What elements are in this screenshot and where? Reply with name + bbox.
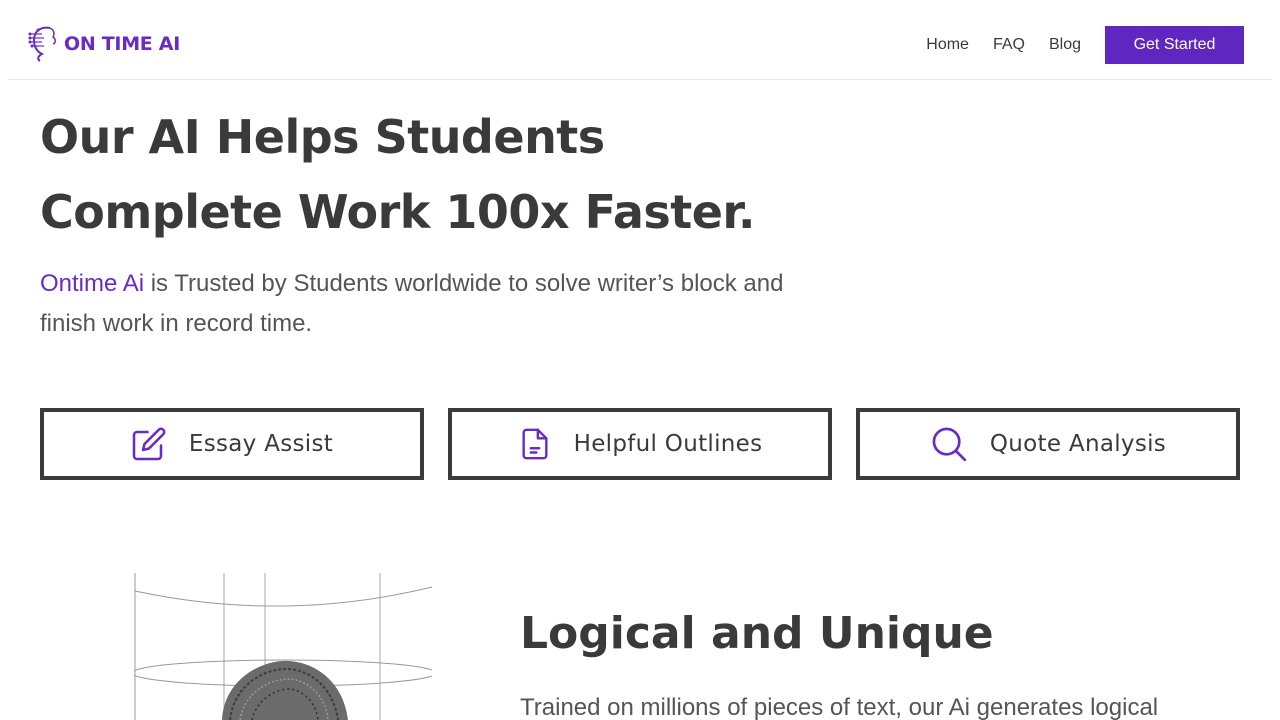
hero-subtitle: Ontime Ai is Trusted by Students worldwi… [40, 264, 800, 344]
essay-assist-button[interactable]: Essay Assist [40, 408, 424, 480]
brain-sketch-illustration [134, 573, 432, 720]
get-started-button[interactable]: Get Started [1105, 26, 1244, 64]
logo-text: ON TIME AI [64, 33, 180, 55]
feature-buttons: Essay Assist Helpful Outlines Quote Anal… [40, 408, 1240, 480]
quote-analysis-label: Quote Analysis [989, 431, 1167, 457]
main-nav: Home FAQ Blog Get Started [926, 26, 1244, 64]
document-icon [518, 425, 552, 463]
section-title: Logical and Unique [520, 608, 994, 659]
hero-subtitle-brand: Ontime Ai [40, 270, 145, 297]
hero-title-line-2: Complete Work 100x Faster. [40, 185, 756, 239]
site-header: ON TIME AI Home FAQ Blog Get Started [8, 0, 1272, 80]
nav-home[interactable]: Home [926, 26, 969, 64]
nav-faq[interactable]: FAQ [993, 26, 1025, 64]
helpful-outlines-label: Helpful Outlines [573, 431, 763, 457]
logo-icon [28, 22, 62, 66]
helpful-outlines-button[interactable]: Helpful Outlines [448, 408, 832, 480]
essay-assist-label: Essay Assist [188, 431, 334, 457]
hero-subtitle-text: is Trusted by Students worldwide to solv… [40, 270, 784, 337]
nav-blog[interactable]: Blog [1049, 26, 1081, 64]
search-icon [930, 425, 968, 463]
quote-analysis-button[interactable]: Quote Analysis [856, 408, 1240, 480]
hero-title-line-1: Our AI Helps Students [40, 110, 605, 164]
section-body: Trained on millions of pieces of text, o… [520, 694, 1159, 720]
pencil-square-icon [131, 426, 167, 462]
logo[interactable]: ON TIME AI [28, 22, 180, 66]
hero-title: Our AI Helps Students Complete Work 100x… [40, 100, 756, 250]
